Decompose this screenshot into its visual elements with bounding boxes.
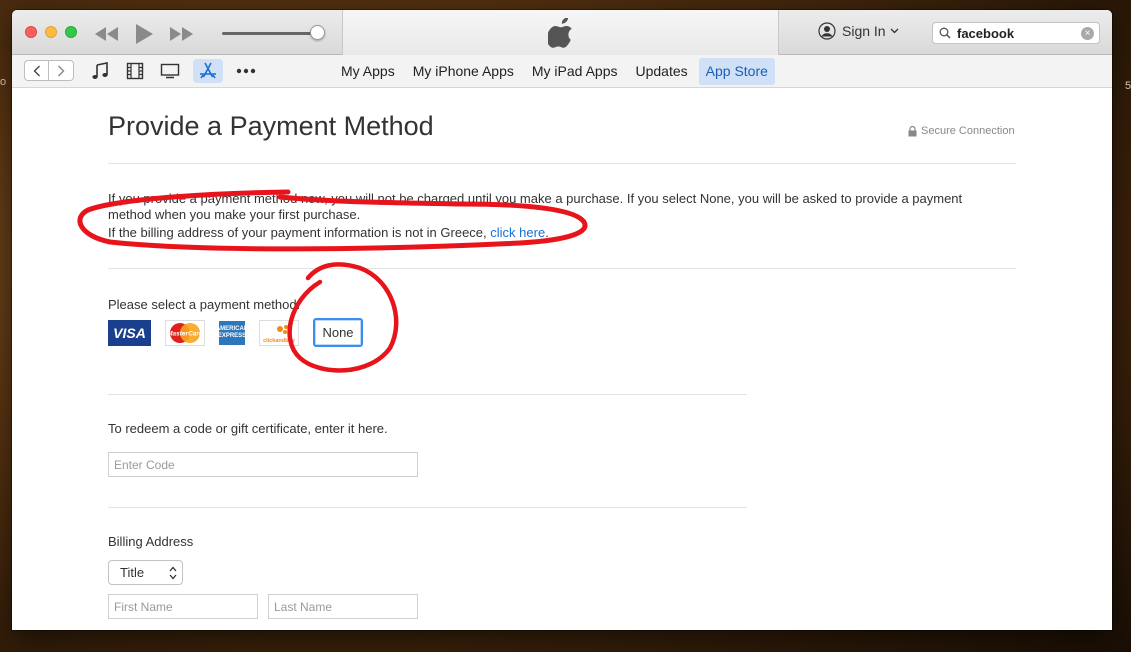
media-kind-selector — [88, 59, 258, 83]
status-display — [342, 10, 779, 55]
billing-note-text: If the billing address of your payment i… — [108, 225, 487, 240]
first-name-input[interactable] — [108, 594, 258, 619]
redeem-code-input[interactable] — [108, 452, 418, 477]
divider — [108, 507, 747, 508]
fast-forward-icon[interactable] — [168, 26, 194, 42]
clickandbuy-logo: clickandbuy — [263, 324, 296, 344]
chevron-down-icon — [890, 28, 899, 34]
mastercard-logo: MasterCard — [167, 322, 204, 343]
store-tabs: My Apps My iPhone Apps My iPad Apps Upda… — [334, 58, 775, 85]
lock-icon — [908, 125, 917, 136]
desktop-mark-left: o — [0, 76, 7, 88]
account-icon — [818, 22, 836, 40]
volume-slider[interactable] — [222, 25, 326, 40]
tv-shows-button[interactable] — [158, 59, 182, 83]
intro-text: If you provide a payment method now, you… — [108, 191, 962, 223]
play-icon[interactable] — [134, 23, 154, 45]
tab-my-apps[interactable]: My Apps — [334, 58, 402, 85]
clear-search-icon[interactable]: × — [1081, 27, 1094, 40]
last-name-input[interactable] — [268, 594, 418, 619]
music-note-icon — [92, 62, 108, 79]
none-payment-button[interactable]: None — [313, 318, 363, 347]
chevron-left-icon — [33, 65, 40, 76]
amex-option[interactable]: AMERICAN EXPRESS — [216, 320, 248, 345]
select-arrows-icon — [169, 566, 177, 580]
close-window-button[interactable] — [25, 26, 37, 38]
divider — [108, 268, 1016, 269]
sign-in-button[interactable]: Sign In — [818, 22, 899, 40]
movies-button[interactable] — [123, 59, 147, 83]
clickandbuy-option[interactable]: clickandbuy — [259, 319, 299, 346]
apple-logo-icon — [547, 17, 572, 48]
search-box: × — [932, 22, 1100, 44]
search-input[interactable] — [957, 25, 1081, 41]
select-payment-prompt: Please select a payment method. — [108, 297, 301, 312]
music-button[interactable] — [88, 59, 112, 83]
mastercard-text: MasterCard — [167, 330, 204, 337]
desktop-mark-right: 5 — [1125, 80, 1131, 92]
billing-note: If the billing address of your payment i… — [108, 225, 549, 241]
payment-method-options: VISA MasterCard AMERICAN EXPRESS clickan… — [108, 318, 363, 347]
more-icon — [236, 68, 256, 74]
intro-line-2: method when you make your first purchase… — [108, 207, 361, 222]
film-icon — [126, 62, 144, 80]
visa-option[interactable]: VISA — [108, 319, 151, 346]
title-select[interactable]: Title — [108, 560, 183, 585]
divider — [108, 394, 747, 395]
redeem-prompt: To redeem a code or gift certificate, en… — [108, 421, 388, 436]
zoom-window-button[interactable] — [65, 26, 77, 38]
search-icon — [939, 27, 951, 39]
history-nav — [24, 60, 74, 81]
volume-knob[interactable] — [310, 25, 325, 40]
tab-my-ipad-apps[interactable]: My iPad Apps — [525, 58, 625, 85]
back-button[interactable] — [24, 60, 49, 81]
title-select-value: Title — [120, 565, 145, 580]
toolbar: My Apps My iPhone Apps My iPad Apps Upda… — [12, 55, 1112, 88]
tab-my-iphone-apps[interactable]: My iPhone Apps — [406, 58, 521, 85]
secure-connection: Secure Connection — [908, 125, 1015, 137]
mastercard-option[interactable]: MasterCard — [165, 319, 205, 346]
billing-address-heading: Billing Address — [108, 534, 194, 549]
tv-icon — [160, 63, 180, 79]
page-title: Provide a Payment Method — [108, 111, 434, 141]
divider — [108, 163, 1016, 164]
apps-button[interactable] — [193, 59, 223, 83]
forward-button[interactable] — [49, 60, 74, 81]
volume-track — [222, 32, 318, 35]
sign-in-label: Sign In — [842, 23, 886, 39]
minimize-window-button[interactable] — [45, 26, 57, 38]
clickandbuy-text: clickandbuy — [263, 338, 296, 344]
rewind-icon[interactable] — [94, 26, 120, 42]
tab-updates[interactable]: Updates — [628, 58, 694, 85]
window-controls — [25, 26, 77, 38]
intro-line-1: If you provide a payment method now, you… — [108, 191, 963, 206]
title-bar: Sign In × — [12, 10, 1112, 55]
playback-controls — [94, 23, 194, 45]
billing-note-end: . — [545, 225, 549, 240]
app-store-icon — [200, 62, 216, 79]
payment-page: Provide a Payment Method Secure Connecti… — [12, 89, 1112, 630]
click-here-link[interactable]: click here — [490, 225, 545, 240]
itunes-window: Sign In × — [12, 10, 1112, 630]
secure-connection-label: Secure Connection — [921, 125, 1015, 137]
more-button[interactable] — [234, 59, 258, 83]
chevron-right-icon — [58, 65, 65, 76]
tab-app-store[interactable]: App Store — [698, 58, 775, 85]
